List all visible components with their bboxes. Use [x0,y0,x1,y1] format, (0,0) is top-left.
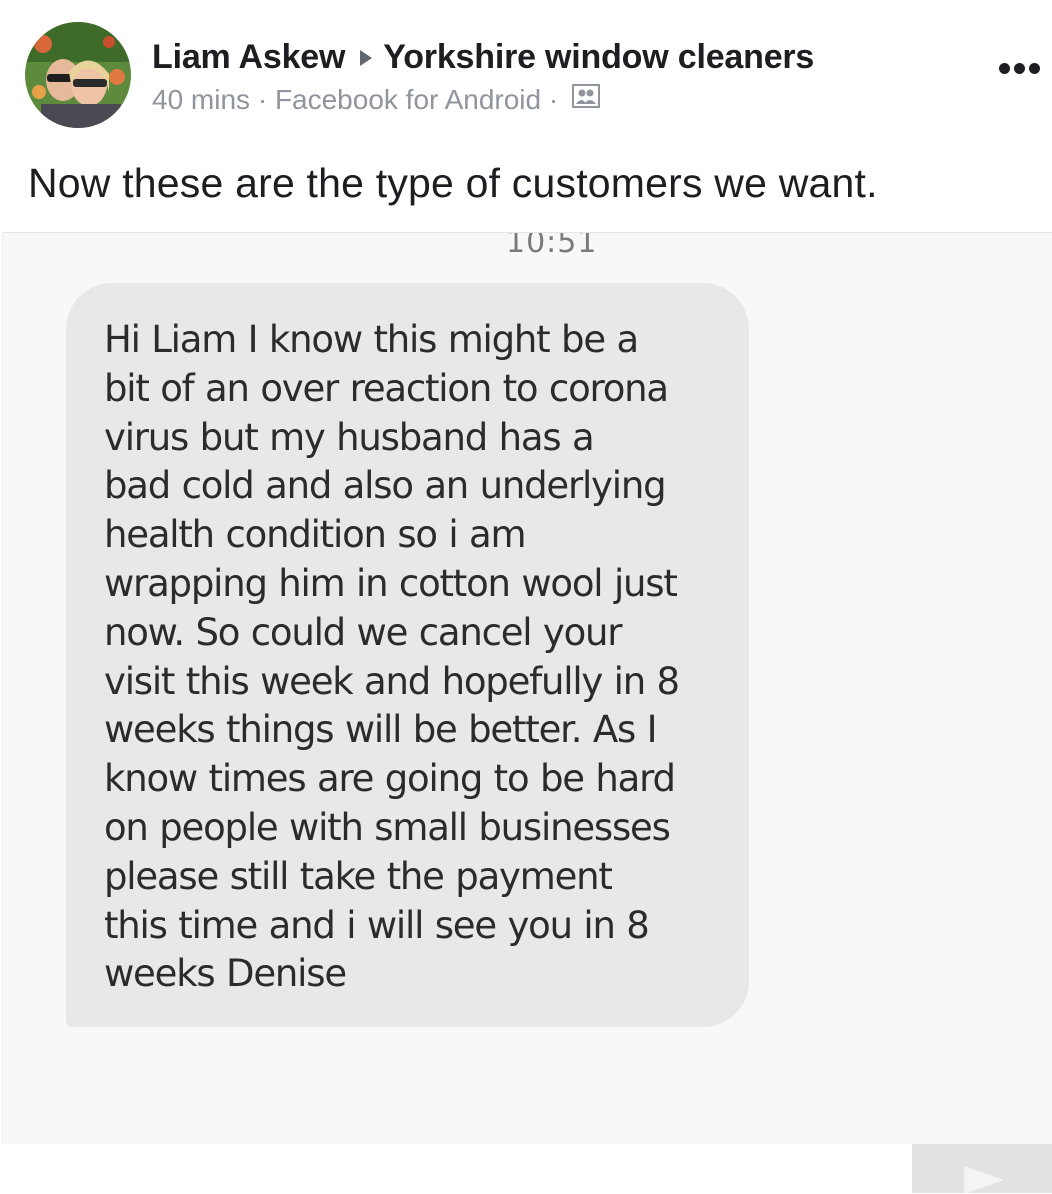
caret-right-icon [359,37,373,76]
author-name[interactable]: Liam Askew [152,38,345,76]
dot [998,62,1010,74]
message-line: on people with small businesses [104,805,671,849]
message-text: Hi Liam I know this might be a bit of an… [104,316,729,999]
message-line: bad cold and also an underlying [104,464,667,508]
post-time[interactable]: 40 mins [152,84,250,115]
bottom-strip [0,1144,1052,1193]
dot [1028,62,1040,74]
post-source: Facebook for Android [274,84,542,115]
message-line: wrapping him in cotton wool just [104,561,678,605]
message-line: weeks Denise [104,952,347,996]
post-meta: 40 mins · Facebook for Android · [152,83,600,118]
next-image-thumbnail[interactable] [912,1144,1052,1194]
message-line: now. So could we cancel your [104,610,623,654]
message-line: this time and i will see you in 8 [104,903,650,947]
attached-screenshot[interactable]: 10:51 Hi Liam I know this might be a bit… [2,232,1052,1145]
message-line: visit this week and hopefully in 8 [104,659,680,703]
message-line: weeks things will be better. As I [104,708,658,752]
post-text: Now these are the type of customers we w… [28,160,878,206]
message-timestamp: 10:51 [506,232,598,260]
author-line: Liam Askew Yorkshire window cleaners [152,38,814,79]
message-line: bit of an over reaction to corona [104,366,669,410]
meta-separator: · [257,84,268,115]
message-bubble: Hi Liam I know this might be a bit of an… [66,283,749,1027]
group-icon[interactable] [572,83,600,115]
more-options-icon[interactable] [994,54,1044,82]
avatar-photo [25,22,131,128]
dot [1013,62,1025,74]
message-line: health condition so i am [104,513,527,557]
message-line: virus but my husband has a [104,415,595,459]
message-line: know times are going to be hard [104,757,676,801]
group-name[interactable]: Yorkshire window cleaners [383,38,814,76]
avatar[interactable] [25,22,131,128]
message-line: Hi Liam I know this might be a [104,318,639,361]
message-line: please still take the payment [104,854,613,898]
meta-separator: · [548,84,559,115]
post-header: Liam Askew Yorkshire window cleaners 40 m… [0,0,1052,140]
